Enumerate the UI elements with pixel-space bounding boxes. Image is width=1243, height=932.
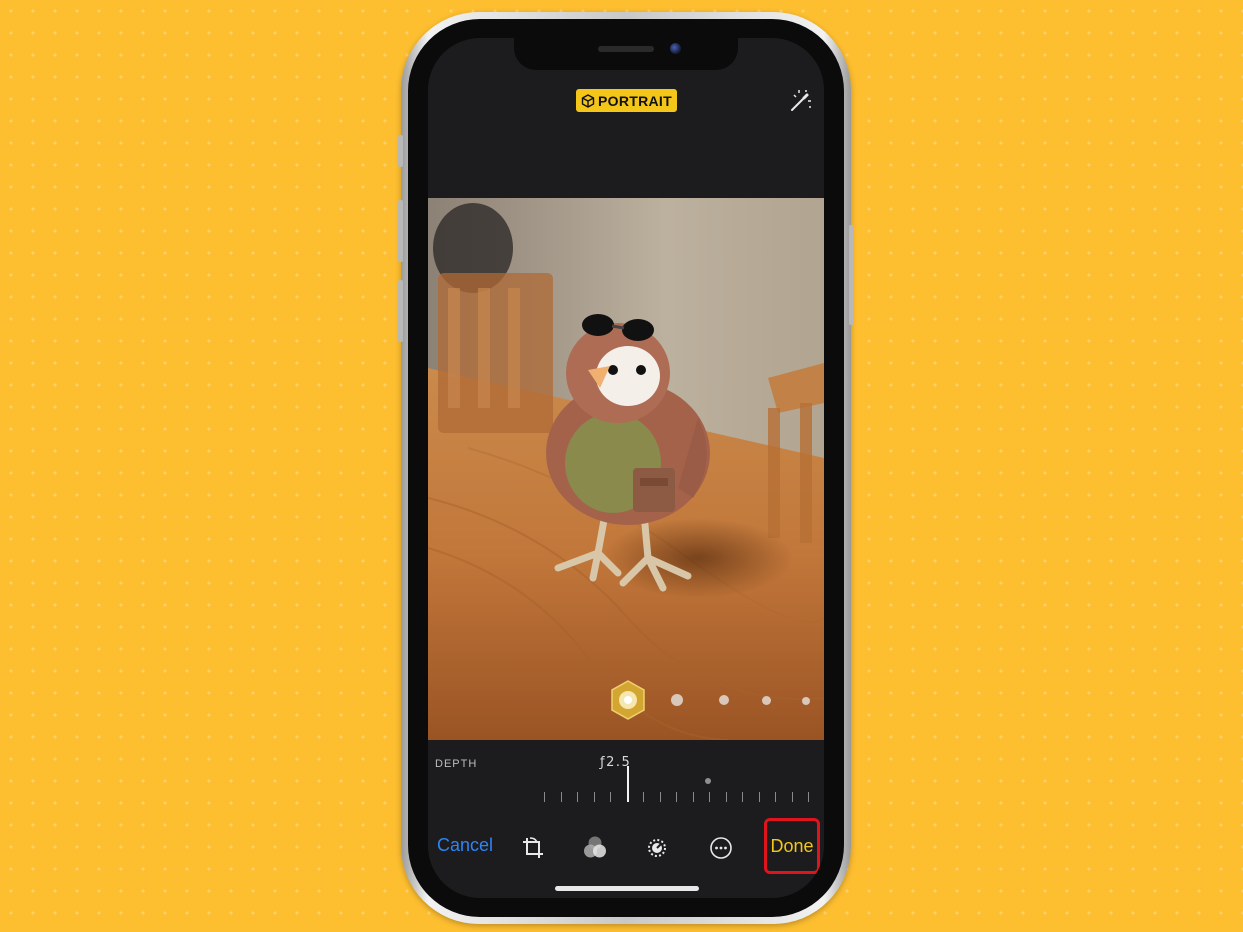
slider-tick [758, 792, 760, 802]
filters-icon[interactable] [582, 835, 608, 861]
slider-tick [808, 792, 809, 802]
silent-switch [398, 135, 403, 167]
crop-rotate-icon[interactable] [520, 835, 546, 861]
portrait-photo [428, 198, 824, 740]
slider-tick [577, 792, 578, 802]
depth-dot[interactable] [802, 697, 810, 705]
more-icon[interactable] [708, 835, 734, 861]
slider-tick [742, 792, 743, 802]
cube-icon [581, 93, 595, 108]
slider-tick [725, 792, 727, 802]
notch [514, 38, 738, 70]
slider-tick [709, 792, 710, 802]
slider-tick [610, 792, 611, 802]
earpiece-speaker [598, 46, 654, 52]
depth-slider[interactable] [544, 766, 824, 814]
magic-wand-icon[interactable] [784, 86, 814, 116]
depth-label: DEPTH [435, 758, 478, 770]
slider-tick [560, 792, 562, 802]
slider-tick [791, 792, 793, 802]
adjust-icon[interactable] [644, 835, 670, 861]
front-camera [670, 43, 681, 54]
slider-tick [676, 792, 677, 802]
depth-dot[interactable] [719, 695, 729, 705]
power-button [849, 225, 854, 325]
slider-tick [643, 792, 644, 802]
portrait-mode-label: PORTRAIT [598, 92, 672, 109]
aperture-icon[interactable] [610, 680, 646, 720]
slider-tick [544, 792, 545, 802]
slider-tick [775, 792, 776, 802]
depth-dot[interactable] [671, 694, 683, 706]
photo-editor-screen: PORTRAIT DEPTH ƒ2.5 Cancel Done [428, 38, 824, 898]
done-label: Done [770, 835, 814, 856]
done-button[interactable]: Done [764, 818, 820, 874]
portrait-mode-badge[interactable]: PORTRAIT [576, 89, 677, 112]
cancel-button[interactable]: Cancel [437, 835, 493, 856]
volume-down-button [398, 280, 403, 342]
volume-up-button [398, 200, 403, 262]
slider-tick [659, 792, 661, 802]
depth-dot[interactable] [762, 696, 771, 705]
slider-tick [692, 792, 694, 802]
home-indicator[interactable] [555, 886, 699, 891]
slider-tick [593, 792, 595, 802]
slider-current-indicator [626, 766, 629, 802]
photo-illustration [428, 198, 824, 740]
